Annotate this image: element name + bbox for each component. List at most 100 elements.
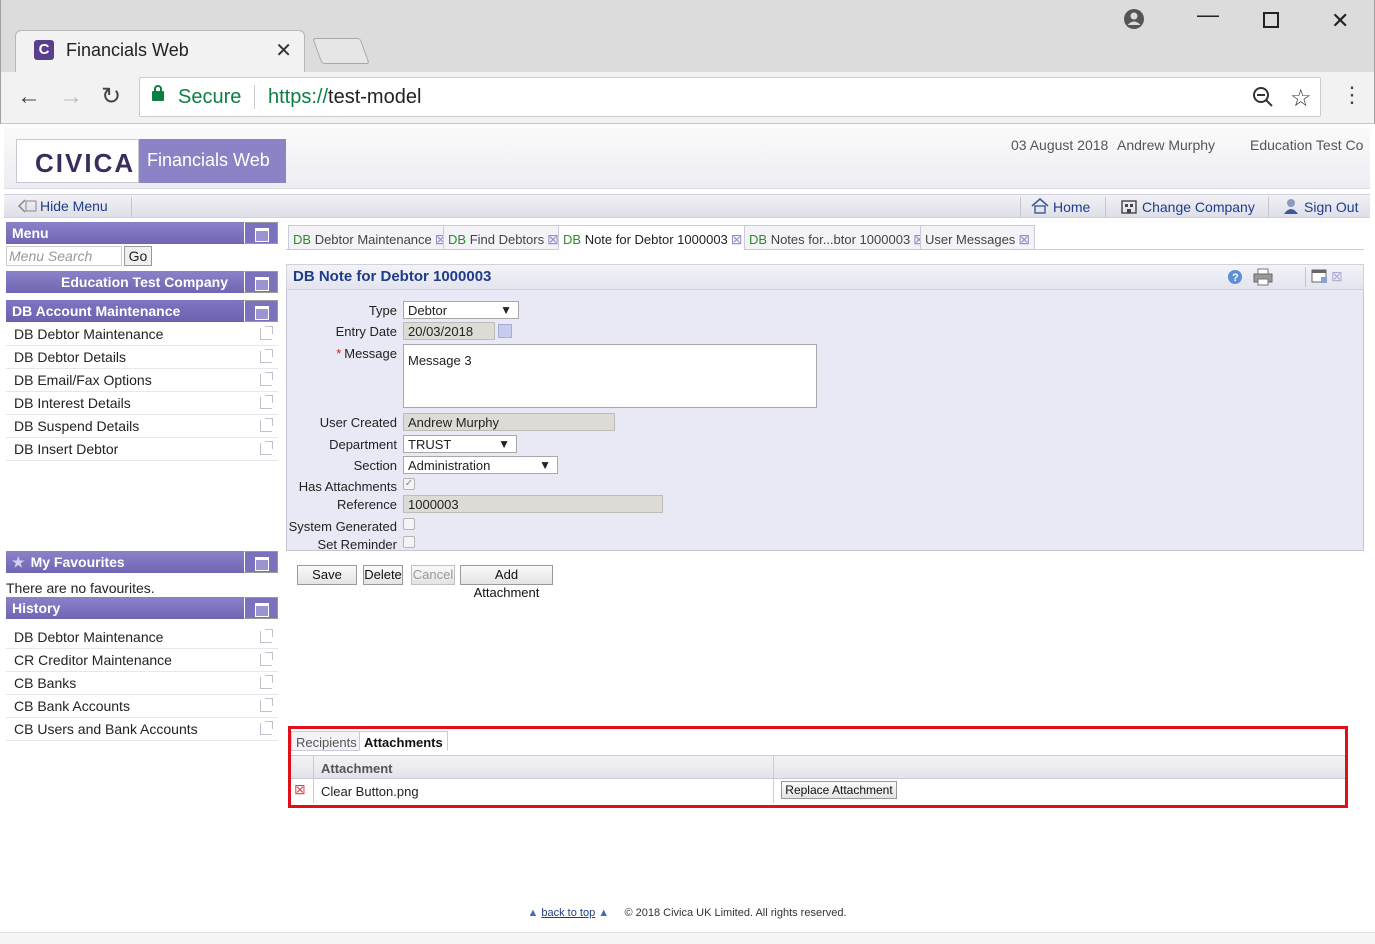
menu-search-input[interactable]: Menu Search [6, 246, 122, 266]
entry-date-field[interactable]: 20/03/2018 [403, 322, 495, 340]
type-value: Debtor [408, 303, 448, 318]
history-item[interactable]: CB Bank Accounts [6, 695, 278, 718]
open-link-icon[interactable] [260, 395, 273, 409]
user-created-label: User Created [319, 415, 397, 430]
favourites-collapse-icon[interactable] [244, 551, 278, 573]
forward-icon[interactable]: → [59, 84, 83, 110]
department-label: Department [329, 437, 397, 452]
add-attachment-button[interactable]: Add Attachment [460, 565, 553, 600]
open-link-icon[interactable] [260, 372, 273, 386]
address-bar[interactable]: Secure https://test-model ☆ [139, 77, 1321, 117]
open-link-icon[interactable] [260, 326, 273, 340]
back-icon[interactable]: ← [17, 84, 41, 110]
change-company-button[interactable]: Change Company [1120, 198, 1255, 215]
tab-debtor-maintenance[interactable]: DB Debtor Maintenance ⊠ [288, 225, 452, 250]
back-to-top-icon[interactable]: ▲ [527, 907, 538, 919]
open-link-icon[interactable] [260, 675, 273, 689]
hide-menu-button[interactable]: Hide Menu [17, 198, 108, 214]
open-link-icon[interactable] [260, 349, 273, 363]
history-item[interactable]: DB Debtor Maintenance [6, 626, 278, 649]
window-icon[interactable] [1311, 269, 1329, 288]
bookmark-star-icon[interactable]: ☆ [1290, 84, 1312, 113]
company-collapse-icon[interactable] [244, 271, 278, 293]
section-up-icon[interactable] [244, 300, 278, 322]
tab-close-icon[interactable]: ⊠ [731, 231, 743, 247]
history-header: History [6, 597, 278, 619]
remove-attachment-icon[interactable]: ⊠ [294, 781, 306, 798]
open-link-icon[interactable] [260, 652, 273, 666]
has-attachments-checkbox[interactable]: ✓ [403, 478, 415, 490]
tab-recipients[interactable]: Recipients [291, 731, 362, 751]
history-item[interactable]: CB Banks [6, 672, 278, 695]
open-link-icon[interactable] [260, 441, 273, 455]
company-title: Education Test Company [61, 274, 228, 290]
delete-button[interactable]: Delete [363, 565, 403, 585]
open-link-icon[interactable] [260, 698, 273, 712]
attachment-filename[interactable]: Clear Button.png [321, 784, 419, 799]
grid-col-divider [313, 756, 314, 780]
sign-out-button[interactable]: Sign Out [1282, 198, 1358, 215]
calendar-icon[interactable] [498, 324, 512, 338]
menu-item[interactable]: DB Suspend Details [6, 415, 278, 438]
menubar-divider [1105, 197, 1106, 217]
close-window-icon[interactable]: ✕ [1331, 8, 1349, 34]
menu-collapse-icon[interactable] [244, 222, 278, 244]
type-select[interactable]: Debtor [403, 301, 519, 319]
tab-user-messages[interactable]: User Messages ⊠ [920, 225, 1036, 250]
open-link-icon[interactable] [260, 629, 273, 643]
section-select[interactable]: Administration [403, 456, 558, 474]
maximize-icon[interactable] [1263, 12, 1279, 28]
tab-notes-for-debtor[interactable]: DB Notes for...btor 1000003⊠ [744, 225, 930, 250]
history-item-label: CB Users and Bank Accounts [14, 721, 198, 737]
cancel-button[interactable]: Cancel [411, 565, 455, 585]
menu-item[interactable]: DB Email/Fax Options [6, 369, 278, 392]
profile-icon[interactable] [1123, 8, 1145, 36]
tab-note-for-debtor[interactable]: DB Note for Debtor 1000003 ⊠ [558, 225, 748, 250]
open-link-icon[interactable] [260, 418, 273, 432]
menu-item[interactable]: DB Insert Debtor [6, 438, 278, 461]
app-header: CIVICA Financials Web 03 August 2018 And… [4, 127, 1370, 189]
browser-tab[interactable]: C Financials Web ✕ [15, 30, 305, 72]
minimize-icon[interactable]: — [1197, 2, 1219, 28]
open-link-icon[interactable] [260, 721, 273, 735]
menu-item[interactable]: DB Debtor Details [6, 346, 278, 369]
svg-text:?: ? [1232, 272, 1239, 284]
lock-icon [152, 85, 164, 101]
menu-item-label: DB Debtor Details [14, 349, 127, 365]
tab-close-icon[interactable]: ✕ [275, 38, 292, 63]
set-reminder-checkbox[interactable] [403, 536, 415, 548]
url-text[interactable]: https://test-model [268, 86, 421, 109]
tab-attachments[interactable]: Attachments [359, 731, 448, 751]
grid-col-divider [773, 779, 774, 803]
department-select[interactable]: TRUST [403, 435, 517, 453]
print-icon[interactable] [1253, 268, 1273, 289]
back-to-top-icon[interactable]: ▲ [598, 907, 609, 919]
horizontal-scrollbar[interactable] [0, 932, 1375, 944]
reload-icon[interactable]: ↻ [101, 84, 121, 110]
system-generated-checkbox[interactable] [403, 518, 415, 530]
menu-search-go-button[interactable]: Go [124, 246, 152, 266]
history-item[interactable]: CR Creditor Maintenance [6, 649, 278, 672]
section-header[interactable]: DB Account Maintenance [6, 300, 278, 322]
panel-close-icon[interactable]: ⊠ [1331, 268, 1343, 285]
tab-find-debtors[interactable]: DB Find Debtors ⊠ [443, 225, 564, 250]
attachments-panel: Recipients Attachments Attachment ⊠ Clea… [288, 726, 1348, 808]
history-item[interactable]: CB Users and Bank Accounts [6, 718, 278, 741]
civica-logo: CIVICA [16, 139, 139, 183]
top-menubar: Hide Menu Home Change Company Sign Out [4, 194, 1370, 218]
save-button[interactable]: Save [297, 565, 357, 585]
zoom-icon[interactable] [1252, 86, 1274, 114]
browser-menu-icon[interactable]: ⋮ [1341, 82, 1363, 108]
menu-item[interactable]: DB Interest Details [6, 392, 278, 415]
reference-label: Reference [337, 497, 397, 512]
star-icon: ★ [12, 554, 25, 570]
new-tab-button[interactable] [312, 38, 370, 64]
home-button[interactable]: Home [1031, 197, 1090, 215]
message-textarea[interactable]: Message 3 [403, 344, 817, 408]
tab-close-icon[interactable]: ⊠ [1018, 231, 1030, 247]
replace-attachment-button[interactable]: Replace Attachment [781, 781, 897, 799]
back-to-top-link[interactable]: back to top [541, 907, 595, 919]
history-collapse-icon[interactable] [244, 597, 278, 619]
menu-item[interactable]: DB Debtor Maintenance [6, 323, 278, 346]
help-icon[interactable]: ? [1227, 269, 1243, 288]
